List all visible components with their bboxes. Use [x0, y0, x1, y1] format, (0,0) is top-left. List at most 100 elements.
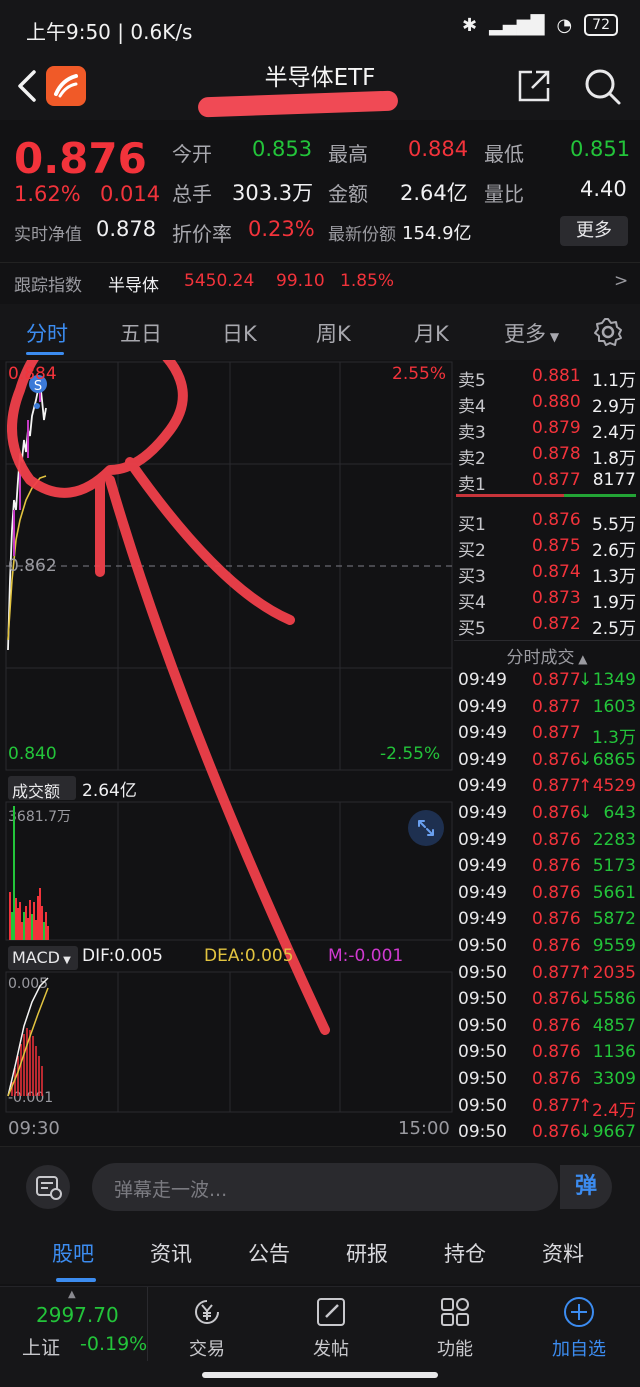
more-button[interactable]: 更多 — [560, 216, 628, 246]
nav-post[interactable]: 发帖 — [286, 1287, 376, 1361]
trade-price: 0.876 — [532, 909, 581, 930]
bid-volume: 5.5万 — [591, 515, 636, 535]
nav-trade[interactable]: 交易 — [162, 1287, 252, 1361]
ask-volume: 1.1万 — [591, 371, 636, 391]
tab-five-day[interactable]: 五日 — [120, 318, 162, 348]
stock-code-redacted — [197, 90, 418, 118]
status-bar: 上午9:50 | 0.6K/s ✱ ▂▄▆█ ◔ 72 — [0, 0, 640, 56]
tab-intraday[interactable]: 分时 — [26, 318, 68, 348]
trade-time: 09:50 — [458, 989, 507, 1010]
trade-volume: 9559 — [592, 936, 636, 956]
tab-profile[interactable]: 资料 — [542, 1238, 584, 1268]
trade-volume: 6865 — [592, 749, 636, 770]
bid-row[interactable]: 买2 0.875 2.6万 — [454, 534, 640, 561]
ask-price: 0.878 — [532, 444, 581, 464]
bid-row[interactable]: 买1 0.876 5.5万 — [454, 508, 640, 535]
ask-price: 0.877 — [532, 470, 581, 490]
trade-row: 09:49 0.877 1603 — [454, 695, 640, 721]
trade-volume: 3309 — [592, 1069, 636, 1089]
volume-value: 2.64亿 — [82, 781, 137, 801]
fullscreen-button[interactable] — [408, 810, 444, 846]
search-button[interactable] — [582, 66, 622, 106]
ask-volume: 2.9万 — [591, 397, 636, 417]
trade-time: 09:50 — [458, 962, 507, 983]
stat-label: 总手 — [172, 182, 212, 206]
tab-more-label: 更多 — [504, 322, 546, 346]
stat-value: 0.851 — [570, 137, 631, 161]
ask-row[interactable]: 卖3 0.879 2.4万 — [454, 416, 640, 443]
index-value: 2997.70 — [36, 1303, 119, 1327]
home-indicator[interactable] — [202, 1372, 438, 1378]
macd-chart — [7, 977, 49, 1097]
yen-icon — [195, 1300, 219, 1324]
trade-price: 0.876 — [532, 1042, 581, 1063]
trade-time: 09:49 — [458, 882, 507, 903]
trade-direction: ↑ — [578, 776, 593, 797]
add-circle-icon — [564, 1297, 594, 1327]
time-end: 15:00 — [398, 1118, 450, 1139]
nav-add-watchlist[interactable]: 加自选 — [534, 1287, 624, 1361]
indicator-selector[interactable]: MACD ▼ — [8, 946, 78, 970]
stat-label: 折价率 — [172, 222, 232, 246]
ask-row[interactable]: 卖5 0.881 1.1万 — [454, 364, 640, 391]
ask-row[interactable]: 卖4 0.880 2.9万 — [454, 390, 640, 417]
search-icon — [585, 69, 621, 105]
ask-label: 卖1 — [458, 475, 486, 495]
tracking-name: 半导体 — [108, 276, 159, 296]
tracking-label: 跟踪指数 — [14, 276, 82, 296]
macd-m: M:-0.001 — [328, 946, 404, 966]
trade-row: 09:49 0.877 1.3万 — [454, 721, 640, 748]
danmaku-toggle-button[interactable] — [26, 1165, 70, 1209]
tab-announcements[interactable]: 公告 — [248, 1238, 290, 1268]
bid-volume: 2.6万 — [591, 541, 636, 561]
trade-direction: ↓ — [578, 1122, 593, 1143]
nav-label: 交易 — [189, 1339, 225, 1360]
trade-volume: 5586 — [592, 989, 636, 1010]
trade-time: 09:49 — [458, 776, 507, 797]
back-button[interactable] — [14, 66, 50, 106]
danmaku-send-button[interactable]: 弹 — [560, 1165, 612, 1209]
settings-button[interactable] — [592, 316, 624, 352]
share-button[interactable] — [516, 68, 552, 104]
volume-selector[interactable]: 成交额 — [8, 776, 76, 801]
macd-dea: DEA:0.005 — [204, 946, 294, 966]
battery-icon: 72 — [584, 14, 618, 36]
tab-holdings[interactable]: 持仓 — [444, 1238, 486, 1268]
tab-monthly-k[interactable]: 月K — [414, 318, 449, 348]
wifi-icon: ◔ — [556, 14, 573, 36]
dropdown-icon: ▼ — [59, 955, 71, 966]
ask-row[interactable]: 卖2 0.878 1.8万 — [454, 442, 640, 469]
macd-dif: DIF:0.005 — [82, 946, 163, 966]
bid-row[interactable]: 买3 0.874 1.3万 — [454, 560, 640, 587]
index-ticker[interactable]: ▲ 2997.70 上证 -0.19% — [0, 1287, 148, 1361]
trade-row: 09:50 0.877 ↑ 2.4万 — [454, 1094, 640, 1121]
bid-row[interactable]: 买5 0.872 2.5万 — [454, 612, 640, 639]
tab-guba[interactable]: 股吧 — [52, 1238, 94, 1268]
danmaku-input[interactable]: 弹幕走一波... — [92, 1163, 558, 1211]
tab-more[interactable]: 更多 ▼ — [504, 318, 559, 348]
bid-row[interactable]: 买4 0.873 1.9万 — [454, 586, 640, 613]
bluetooth-icon: ✱ — [461, 14, 478, 36]
bid-price: 0.874 — [532, 562, 581, 582]
tab-weekly-k[interactable]: 周K — [316, 318, 351, 348]
ask-label: 卖2 — [458, 449, 486, 469]
bid-volume: 1.3万 — [591, 567, 636, 587]
tab-daily-k[interactable]: 日K — [222, 318, 257, 348]
nav-functions[interactable]: 功能 — [410, 1287, 500, 1361]
last-price: 0.876 — [14, 134, 147, 183]
trades-header[interactable]: 分时成交 ▲ — [454, 640, 640, 668]
intraday-chart[interactable]: S 0.884 2.55% 0.862 0.840 -2.55% 成交额 2.6… — [0, 360, 454, 1146]
book-divider — [456, 494, 636, 497]
tab-research[interactable]: 研报 — [346, 1238, 388, 1268]
index-name: 上证 — [22, 1337, 61, 1359]
clock: 上午9:50 — [26, 20, 111, 44]
bid-price: 0.876 — [532, 510, 581, 530]
trade-row: 09:49 0.877 ↓ 1349 — [454, 668, 640, 694]
ask-row[interactable]: 卖1 0.877 8177 — [454, 468, 640, 495]
index-pct: -0.19% — [80, 1333, 148, 1355]
tab-news[interactable]: 资讯 — [150, 1238, 192, 1268]
tracking-index-row[interactable]: 跟踪指数 半导体 5450.24 99.10 1.85% > — [0, 262, 640, 300]
trade-row: 09:49 0.876 5872 — [454, 907, 640, 933]
stat-value: 0.23% — [248, 217, 315, 241]
ask-price: 0.879 — [532, 418, 581, 438]
